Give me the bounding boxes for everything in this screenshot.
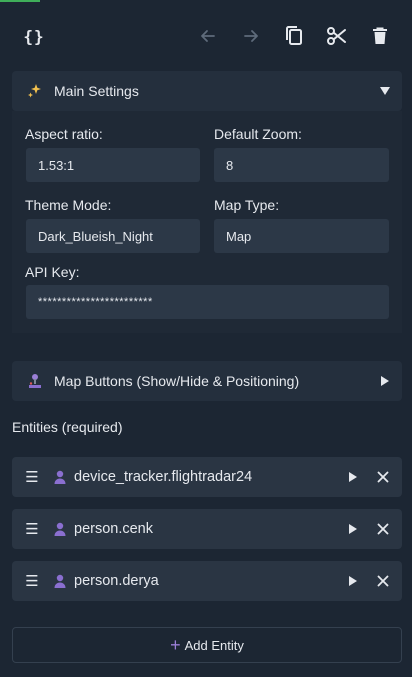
undo-button[interactable] [194, 22, 222, 50]
copy-icon [286, 26, 302, 45]
aspect-ratio-input[interactable] [38, 157, 200, 173]
main-settings-title: Main Settings [54, 83, 139, 99]
api-key-input[interactable] [38, 296, 389, 308]
entity-row[interactable]: ☰ person.cenk [12, 509, 402, 549]
undo-icon [201, 30, 215, 42]
redo-button[interactable] [237, 22, 265, 50]
api-key-field[interactable] [26, 285, 389, 319]
expand-icon[interactable] [338, 523, 368, 535]
api-key-label: API Key: [25, 264, 80, 280]
code-icon: {} [23, 26, 45, 46]
chevron-right-icon[interactable] [368, 375, 402, 387]
copy-button[interactable] [280, 22, 308, 50]
theme-mode-value: Dark_Blueish_Night [38, 228, 153, 244]
cut-icon [327, 27, 346, 45]
theme-mode-select[interactable]: Dark_Blueish_Night [26, 219, 200, 253]
remove-icon[interactable] [368, 471, 398, 483]
entity-name: person.derya [74, 573, 159, 589]
map-buttons-title: Map Buttons (Show/Hide & Positioning) [54, 373, 300, 389]
person-icon [52, 574, 68, 588]
remove-icon[interactable] [368, 523, 398, 535]
toolbar: {} [0, 0, 412, 70]
code-editor-button[interactable]: {} [20, 22, 48, 50]
default-zoom-field[interactable] [214, 148, 389, 182]
default-zoom-label: Default Zoom: [214, 126, 302, 142]
entities-section-label: Entities (required) [12, 419, 123, 435]
redo-icon [244, 30, 258, 42]
delete-button[interactable] [366, 22, 394, 50]
person-icon [52, 522, 68, 536]
person-icon [52, 470, 68, 484]
entity-name: person.cenk [74, 521, 153, 537]
joystick-icon [26, 372, 44, 390]
drag-handle-icon[interactable]: ☰ [12, 572, 52, 590]
delete-icon [373, 27, 387, 44]
default-zoom-input[interactable] [226, 157, 389, 173]
drag-handle-icon[interactable]: ☰ [12, 468, 52, 486]
expand-icon[interactable] [338, 575, 368, 587]
entity-name: device_tracker.flightradar24 [74, 469, 253, 485]
entity-row[interactable]: ☰ device_tracker.flightradar24 [12, 457, 402, 497]
entity-row[interactable]: ☰ person.derya [12, 561, 402, 601]
drag-handle-icon[interactable]: ☰ [12, 520, 52, 538]
map-type-select[interactable]: Map [214, 219, 389, 253]
map-type-value: Map [226, 228, 252, 244]
cut-button[interactable] [323, 22, 351, 50]
main-settings-header[interactable]: Main Settings [12, 71, 402, 111]
expand-icon[interactable] [338, 471, 368, 483]
remove-icon[interactable] [368, 575, 398, 587]
aspect-ratio-field[interactable] [26, 148, 200, 182]
theme-mode-label: Theme Mode: [25, 197, 112, 213]
aspect-ratio-label: Aspect ratio: [25, 126, 103, 142]
sparkles-icon [26, 82, 44, 100]
map-buttons-header[interactable]: Map Buttons (Show/Hide & Positioning) [12, 361, 402, 401]
map-type-label: Map Type: [214, 197, 280, 213]
add-entity-button[interactable]: + Add Entity [12, 627, 402, 663]
add-entity-label: Add Entity [184, 637, 244, 653]
chevron-down-icon[interactable] [368, 86, 402, 96]
plus-icon: + [170, 635, 181, 655]
